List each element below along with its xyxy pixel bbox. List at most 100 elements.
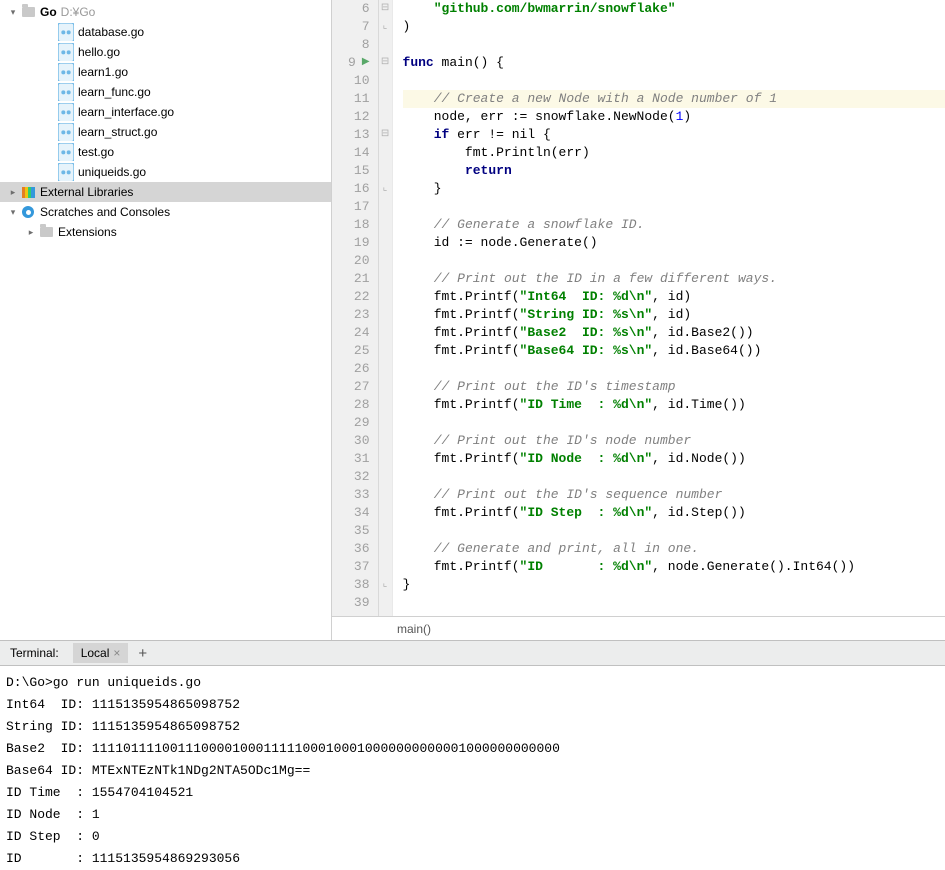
- terminal-output[interactable]: D:\Go>go run uniqueids.goInt64 ID: 11151…: [0, 666, 945, 866]
- project-tree[interactable]: ▾ Go D:¥Go ▸database.go▸hello.go▸learn1.…: [0, 0, 332, 640]
- code-line[interactable]: [403, 414, 945, 432]
- fold-marker[interactable]: [379, 594, 392, 612]
- code-line[interactable]: [403, 36, 945, 54]
- fold-marker[interactable]: [379, 558, 392, 576]
- fold-marker[interactable]: [379, 288, 392, 306]
- code-line[interactable]: fmt.Printf("ID : %d\n", node.Generate().…: [403, 558, 945, 576]
- fold-marker[interactable]: [379, 108, 392, 126]
- fold-marker[interactable]: [379, 270, 392, 288]
- file-database-go[interactable]: ▸database.go: [0, 22, 331, 42]
- file-learn_interface-go[interactable]: ▸learn_interface.go: [0, 102, 331, 122]
- code-line[interactable]: [403, 198, 945, 216]
- code-line[interactable]: fmt.Printf("Int64 ID: %d\n", id): [403, 288, 945, 306]
- extensions-folder[interactable]: ▸ Extensions: [0, 222, 331, 242]
- close-icon[interactable]: ×: [113, 646, 120, 660]
- fold-marker[interactable]: [379, 360, 392, 378]
- terminal-tab-local[interactable]: Local ×: [73, 643, 129, 663]
- fold-marker[interactable]: [379, 252, 392, 270]
- fold-marker[interactable]: [379, 504, 392, 522]
- code-line[interactable]: fmt.Printf("String ID: %s\n", id): [403, 306, 945, 324]
- code-line[interactable]: node, err := snowflake.NewNode(1): [403, 108, 945, 126]
- fold-marker[interactable]: ⌞: [379, 180, 392, 198]
- code-line[interactable]: }: [403, 180, 945, 198]
- code-line[interactable]: // Print out the ID's timestamp: [403, 378, 945, 396]
- fold-marker[interactable]: [379, 468, 392, 486]
- code-line[interactable]: ): [403, 18, 945, 36]
- fold-marker[interactable]: [379, 234, 392, 252]
- fold-marker[interactable]: ⊟: [379, 54, 392, 72]
- terminal-title: Terminal:: [0, 646, 69, 660]
- code-line[interactable]: fmt.Printf("ID Time : %d\n", id.Time()): [403, 396, 945, 414]
- code-line[interactable]: fmt.Printf("Base2 ID: %s\n", id.Base2()): [403, 324, 945, 342]
- code-editor[interactable]: "github.com/bwmarrin/snowflake") func mai…: [393, 0, 945, 616]
- code-line[interactable]: [403, 72, 945, 90]
- breadcrumb[interactable]: main(): [332, 616, 945, 640]
- code-line[interactable]: fmt.Println(err): [403, 144, 945, 162]
- fold-marker[interactable]: [379, 414, 392, 432]
- code-line[interactable]: id := node.Generate(): [403, 234, 945, 252]
- fold-column[interactable]: ⊟⌞⊟⊟⌞⌞: [379, 0, 393, 616]
- fold-marker[interactable]: [379, 540, 392, 558]
- fold-marker[interactable]: [379, 486, 392, 504]
- file-hello-go[interactable]: ▸hello.go: [0, 42, 331, 62]
- fold-marker[interactable]: [379, 306, 392, 324]
- fold-marker[interactable]: ⌞: [379, 18, 392, 36]
- fold-marker[interactable]: [379, 378, 392, 396]
- code-line[interactable]: [403, 594, 945, 612]
- fold-marker[interactable]: ⌞: [379, 576, 392, 594]
- code-line[interactable]: fmt.Printf("ID Node : %d\n", id.Node()): [403, 450, 945, 468]
- code-line[interactable]: // Print out the ID's sequence number: [403, 486, 945, 504]
- code-line[interactable]: // Print out the ID in a few different w…: [403, 270, 945, 288]
- code-line[interactable]: // Create a new Node with a Node number …: [403, 90, 945, 108]
- terminal-line: D:\Go>go run uniqueids.go: [6, 672, 945, 694]
- file-uniqueids-go[interactable]: ▸uniqueids.go: [0, 162, 331, 182]
- fold-marker[interactable]: [379, 198, 392, 216]
- fold-marker[interactable]: ⊟: [379, 126, 392, 144]
- add-terminal-button[interactable]: +: [128, 645, 157, 662]
- tree-root-go[interactable]: ▾ Go D:¥Go: [0, 2, 331, 22]
- terminal-tabbar: Terminal: Local × +: [0, 640, 945, 666]
- code-line[interactable]: }: [403, 576, 945, 594]
- terminal-line: Base2 ID: 111101111001110000100011111000…: [6, 738, 945, 760]
- code-line[interactable]: fmt.Printf("Base64 ID: %s\n", id.Base64(…: [403, 342, 945, 360]
- fold-marker[interactable]: [379, 324, 392, 342]
- fold-marker[interactable]: [379, 36, 392, 54]
- file-learn_struct-go[interactable]: ▸learn_struct.go: [0, 122, 331, 142]
- code-line[interactable]: // Print out the ID's node number: [403, 432, 945, 450]
- run-icon[interactable]: ▶: [362, 54, 370, 72]
- folder-icon: [20, 4, 36, 20]
- fold-marker[interactable]: [379, 72, 392, 90]
- fold-marker[interactable]: [379, 450, 392, 468]
- file-test-go[interactable]: ▸test.go: [0, 142, 331, 162]
- fold-marker[interactable]: [379, 432, 392, 450]
- code-line[interactable]: // Generate and print, all in one.: [403, 540, 945, 558]
- code-line[interactable]: [403, 360, 945, 378]
- code-line[interactable]: func main() {: [403, 54, 945, 72]
- file-learn_func-go[interactable]: ▸learn_func.go: [0, 82, 331, 102]
- fold-marker[interactable]: [379, 90, 392, 108]
- line-gutter[interactable]: 6789▶10111213141516171819202122232425262…: [332, 0, 379, 616]
- fold-marker[interactable]: [379, 522, 392, 540]
- code-line[interactable]: if err != nil {: [403, 126, 945, 144]
- editor-area: 6789▶10111213141516171819202122232425262…: [332, 0, 945, 640]
- code-line[interactable]: // Generate a snowflake ID.: [403, 216, 945, 234]
- code-line[interactable]: [403, 468, 945, 486]
- fold-marker[interactable]: [379, 216, 392, 234]
- fold-marker[interactable]: [379, 342, 392, 360]
- file-learn1-go[interactable]: ▸learn1.go: [0, 62, 331, 82]
- scratches-consoles[interactable]: ▾ Scratches and Consoles: [0, 202, 331, 222]
- fold-marker[interactable]: [379, 396, 392, 414]
- external-libraries[interactable]: ▸ External Libraries: [0, 182, 331, 202]
- code-line[interactable]: return: [403, 162, 945, 180]
- breadcrumb-item: main(): [397, 622, 431, 636]
- extensions-label: Extensions: [58, 225, 117, 239]
- code-line[interactable]: [403, 522, 945, 540]
- code-line[interactable]: "github.com/bwmarrin/snowflake": [403, 0, 945, 18]
- go-file-icon: [58, 64, 74, 80]
- code-line[interactable]: fmt.Printf("ID Step : %d\n", id.Step()): [403, 504, 945, 522]
- fold-marker[interactable]: [379, 162, 392, 180]
- fold-marker[interactable]: [379, 144, 392, 162]
- chevron-right-icon: ▸: [24, 227, 38, 238]
- fold-marker[interactable]: ⊟: [379, 0, 392, 18]
- code-line[interactable]: [403, 252, 945, 270]
